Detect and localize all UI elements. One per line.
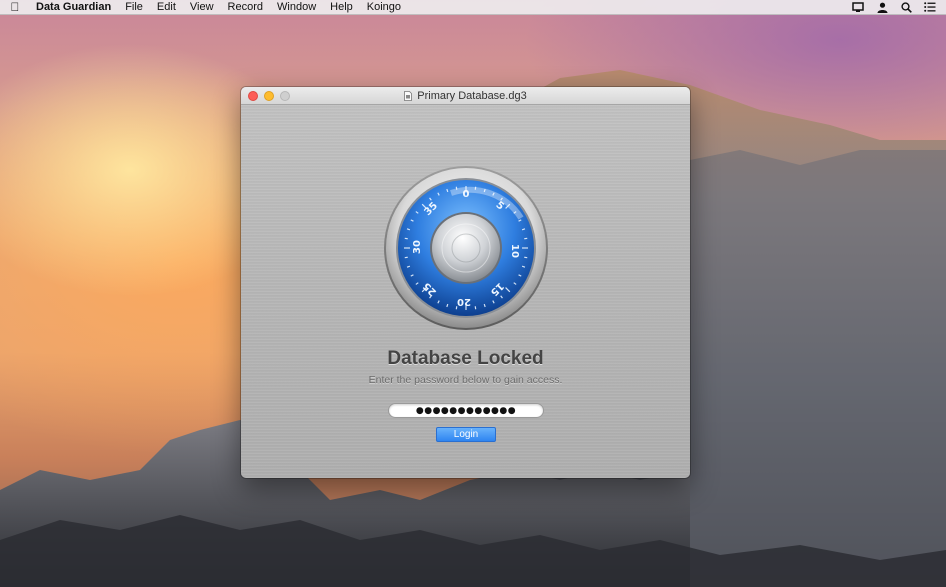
notification-center-icon[interactable]	[922, 0, 938, 14]
status-area	[842, 0, 946, 14]
lock-subtitle: Enter the password below to gain access.	[368, 374, 563, 386]
user-icon[interactable]	[874, 0, 890, 14]
zoom-window-button[interactable]	[280, 90, 290, 101]
menu-edit[interactable]: Edit	[150, 0, 183, 14]
menu-bar:  Data Guardian File Edit View Record Wi…	[0, 0, 946, 15]
lock-heading: Database Locked	[387, 348, 544, 369]
window-titlebar[interactable]	[241, 87, 690, 105]
safe-dial: 0 5 10 15 20 25 30 35	[381, 163, 551, 338]
menu-file[interactable]: File	[118, 0, 150, 14]
close-window-button[interactable]	[248, 90, 258, 101]
menu-help[interactable]: Help	[323, 0, 360, 14]
database-window: Primary Database.dg3 0 5 10 15 20 25 30 …	[241, 87, 690, 478]
login-button[interactable]: Login	[436, 427, 496, 442]
apple-menu-icon[interactable]: 	[0, 0, 30, 14]
dial-number-20: 20	[457, 296, 471, 307]
menu-window[interactable]: Window	[270, 0, 323, 14]
password-input[interactable]	[388, 403, 544, 418]
display-icon[interactable]	[850, 0, 866, 14]
menu-koingo[interactable]: Koingo	[360, 0, 408, 14]
spotlight-search-icon[interactable]	[898, 0, 914, 14]
safe-dial-icon: 0 5 10 15 20 25 30 35	[384, 166, 548, 330]
menu-record[interactable]: Record	[221, 0, 270, 14]
menu-app-name[interactable]: Data Guardian	[30, 0, 118, 14]
menu-view[interactable]: View	[183, 0, 221, 14]
minimize-window-button[interactable]	[264, 90, 274, 101]
dial-number-10: 10	[509, 244, 520, 258]
traffic-lights	[241, 90, 296, 101]
dial-number-30: 30	[412, 240, 423, 254]
